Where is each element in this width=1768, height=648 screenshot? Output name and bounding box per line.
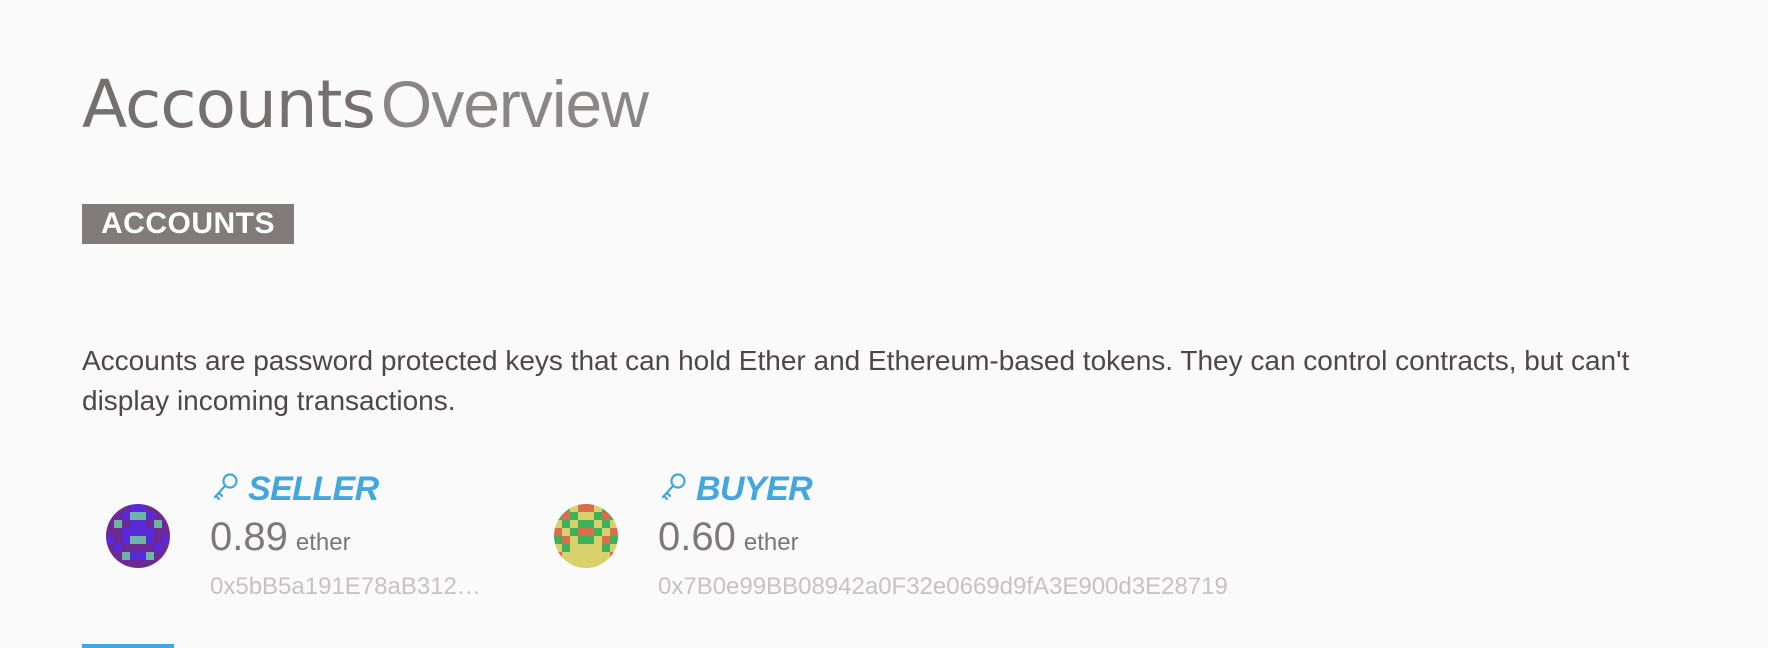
buyer-balance-unit: ether [743, 529, 799, 556]
account-card-buyer[interactable]: BUYER 0.60 ether 0x7B0e99BB08942a0F32e066… [530, 466, 1250, 606]
key-icon [213, 473, 238, 501]
accounts-section-badge: ACCOUNTS [82, 204, 294, 244]
seller-account-name[interactable]: SELLER [248, 469, 379, 509]
buyer-identicon-avatar [554, 504, 618, 568]
page-title-light: Overview [380, 67, 649, 142]
page-title: AccountsOverview [82, 64, 649, 145]
buyer-balance: 0.60 ether [658, 513, 799, 561]
seller-address: 0x5bB5a191E78aB312… [210, 573, 481, 600]
seller-balance: 0.89 ether [210, 513, 351, 561]
page-title-strong: Accounts [82, 66, 376, 144]
buyer-balance-value: 0.60 [658, 515, 736, 559]
active-section-indicator [82, 644, 174, 648]
buyer-account-name-row[interactable]: BUYER [658, 466, 813, 512]
buyer-account-name[interactable]: BUYER [696, 469, 813, 509]
accounts-description: Accounts are password protected keys tha… [82, 345, 1630, 416]
seller-identicon-avatar [106, 504, 170, 568]
buyer-address: 0x7B0e99BB08942a0F32e0669d9fA3E900d3E287… [658, 573, 1228, 600]
account-card-seller[interactable]: SELLER 0.89 ether 0x5bB5a191E78aB312… [82, 466, 481, 606]
seller-balance-value: 0.89 [210, 515, 288, 559]
key-icon [661, 473, 686, 501]
seller-balance-unit: ether [295, 529, 351, 556]
seller-account-name-row[interactable]: SELLER [210, 466, 379, 512]
